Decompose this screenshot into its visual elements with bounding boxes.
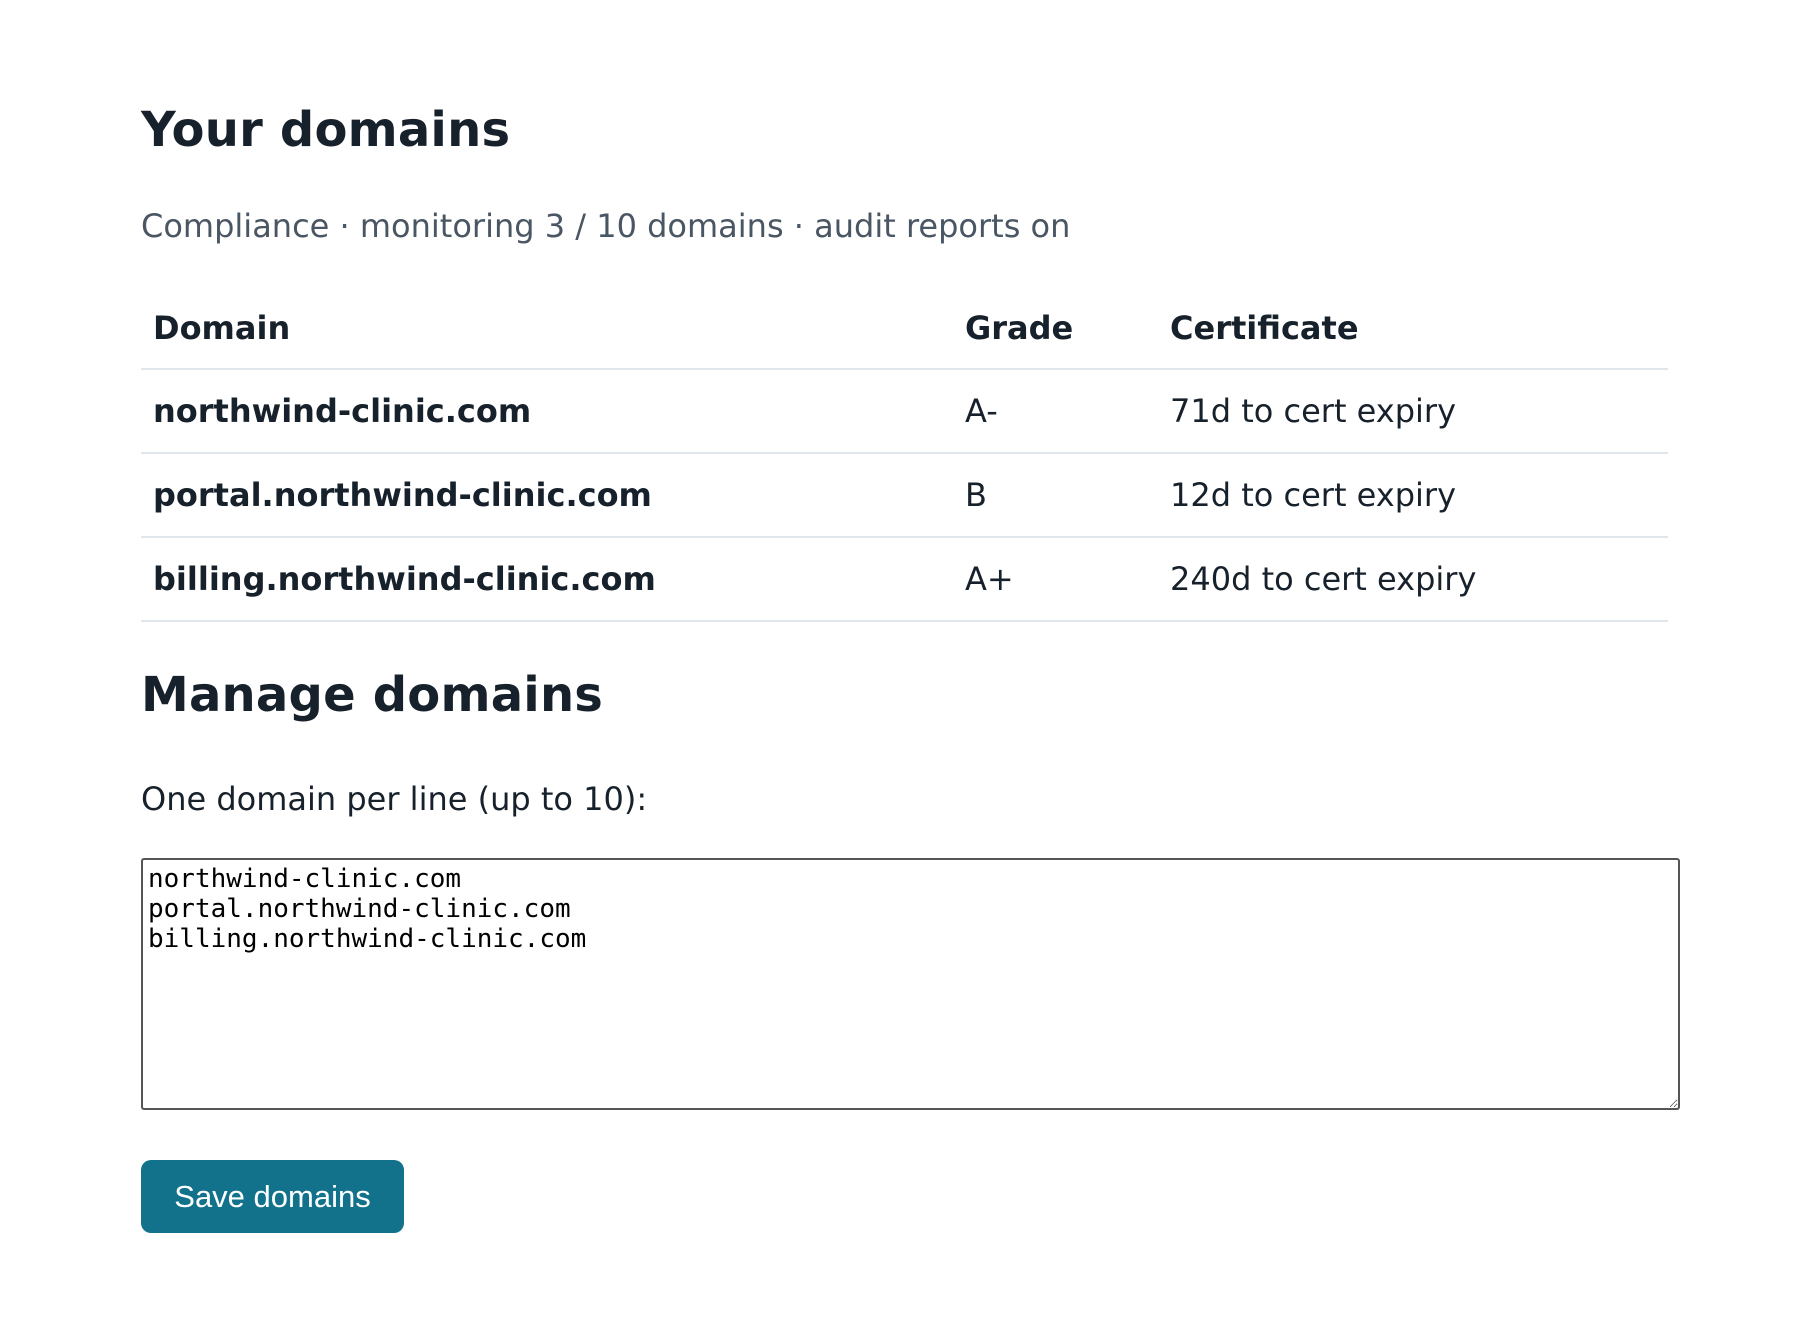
save-domains-button[interactable]: Save domains <box>141 1160 404 1233</box>
table-row: portal.northwind-clinic.com B 12d to cer… <box>141 453 1668 538</box>
domain-name: billing.northwind-clinic.com <box>141 537 953 622</box>
grade-value: A+ <box>953 537 1158 622</box>
domains-field-label: One domain per line (up to 10): <box>141 780 648 818</box>
domain-name: northwind-clinic.com <box>141 369 953 454</box>
column-header-grade: Grade <box>953 288 1158 370</box>
plan-summary: Compliance · monitoring 3 / 10 domains ·… <box>141 207 1071 245</box>
domains-textarea[interactable] <box>141 858 1680 1110</box>
certificate-status: 12d to cert expiry <box>1158 453 1668 538</box>
certificate-status: 71d to cert expiry <box>1158 369 1668 454</box>
table-row: billing.northwind-clinic.com A+ 240d to … <box>141 537 1668 622</box>
table-header-row: Domain Grade Certificate <box>141 288 1668 370</box>
page-title: Your domains <box>141 102 511 158</box>
certificate-status: 240d to cert expiry <box>1158 537 1668 622</box>
manage-domains-heading: Manage domains <box>141 667 604 723</box>
page: Your domains Compliance · monitoring 3 /… <box>0 0 1800 1324</box>
column-header-domain: Domain <box>141 288 953 370</box>
domain-name: portal.northwind-clinic.com <box>141 453 953 538</box>
table-row: northwind-clinic.com A- 71d to cert expi… <box>141 369 1668 454</box>
grade-value: B <box>953 453 1158 538</box>
column-header-certificate: Certificate <box>1158 288 1668 370</box>
grade-value: A- <box>953 369 1158 454</box>
domains-table: Domain Grade Certificate northwind-clini… <box>141 288 1668 622</box>
